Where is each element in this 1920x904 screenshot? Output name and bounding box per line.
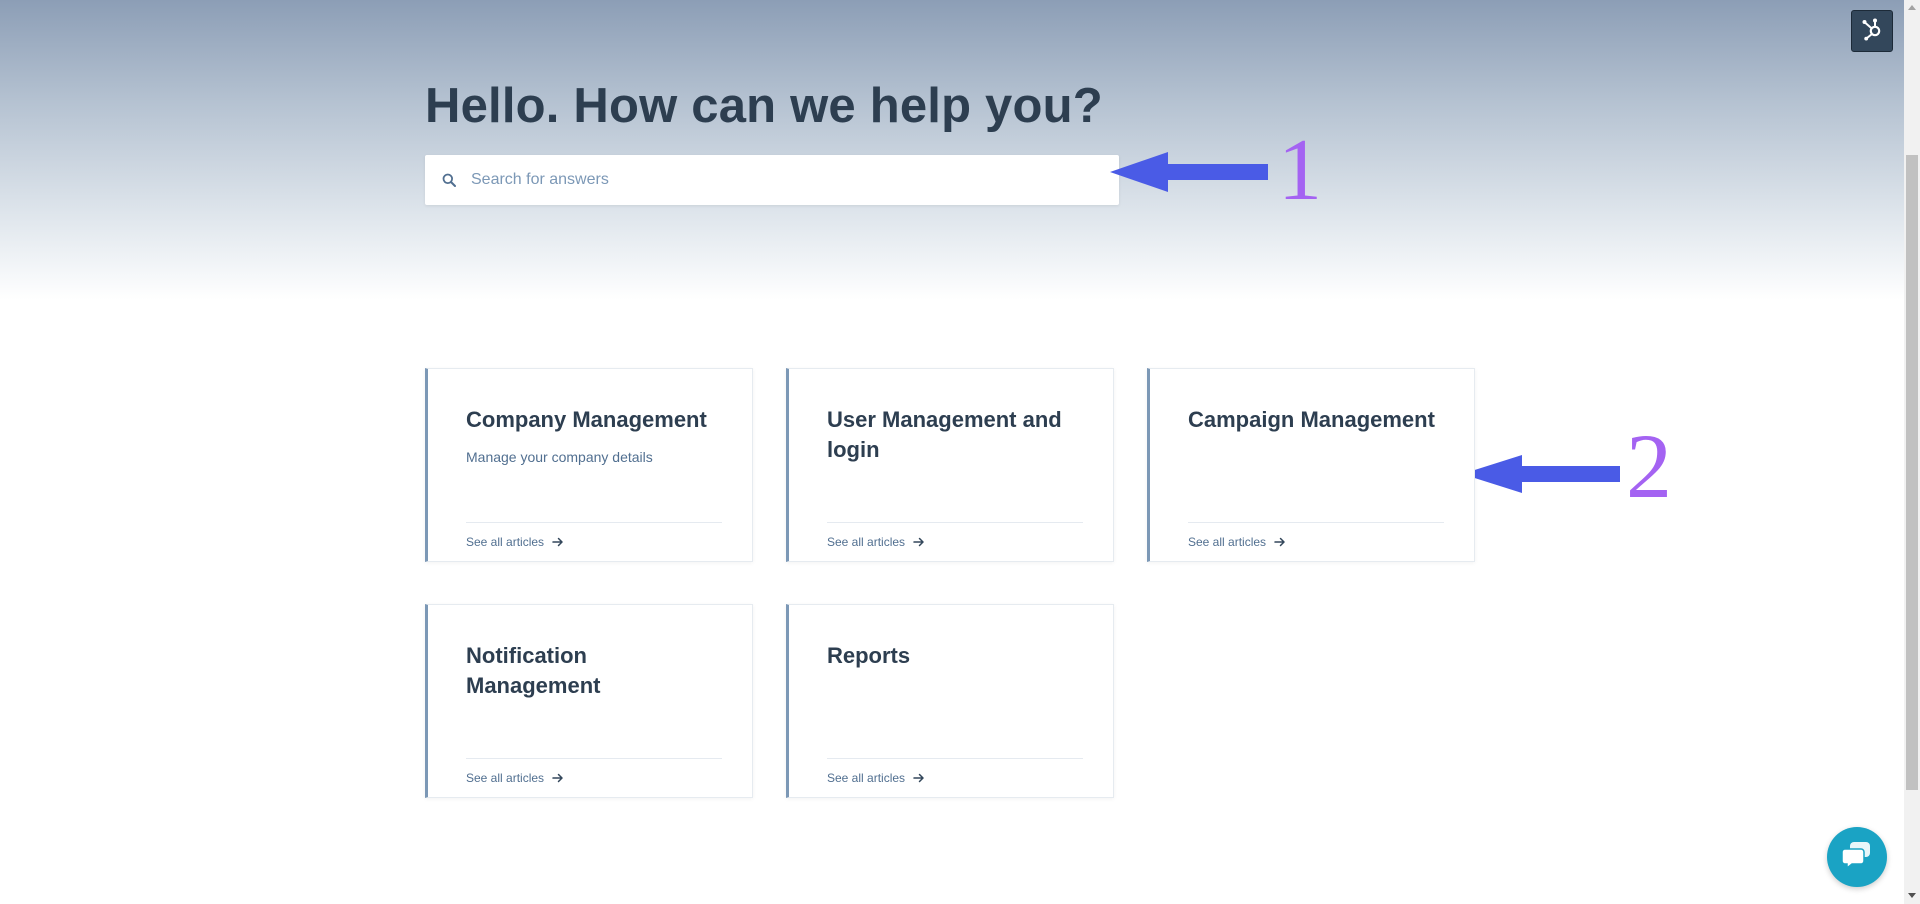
arrow-right-icon <box>913 537 925 547</box>
see-all-articles-label: See all articles <box>466 535 545 549</box>
vertical-scrollbar[interactable] <box>1904 0 1920 904</box>
scroll-up-arrow-icon[interactable] <box>1908 5 1916 10</box>
see-all-articles-link[interactable]: See all articles <box>466 771 564 785</box>
card-divider <box>466 758 722 759</box>
card-divider <box>1188 522 1444 523</box>
help-center-page: Hello. How can we help you? 1 2 Company … <box>0 0 1920 904</box>
card-description: Manage your company details <box>466 449 653 465</box>
see-all-articles-link[interactable]: See all articles <box>466 535 564 549</box>
see-all-articles-label: See all articles <box>466 771 545 785</box>
annotation-number-2: 2 <box>1626 415 1672 517</box>
hubspot-sprocket-icon <box>1859 16 1885 47</box>
card-divider <box>827 758 1083 759</box>
card-divider <box>466 522 722 523</box>
category-card-notification-management[interactable]: Notification Management See all articles <box>425 604 753 798</box>
category-card-company-management[interactable]: Company Management Manage your company d… <box>425 368 753 562</box>
annotation-arrow-1 <box>1110 152 1268 192</box>
search-icon <box>441 172 457 188</box>
search-input[interactable] <box>469 159 1073 201</box>
scrollbar-thumb[interactable] <box>1906 155 1918 790</box>
arrow-right-icon <box>552 537 564 547</box>
card-title: Reports <box>827 643 911 668</box>
card-title: Company Management <box>466 407 707 432</box>
card-divider <box>827 522 1083 523</box>
card-title: Campaign Management <box>1188 407 1435 432</box>
page-title: Hello. How can we help you? <box>425 79 1103 133</box>
arrow-right-icon <box>1274 537 1286 547</box>
see-all-articles-link[interactable]: See all articles <box>1188 535 1286 549</box>
arrow-right-icon <box>913 773 925 783</box>
hero-banner <box>0 0 1904 300</box>
annotation-arrow-2 <box>1462 455 1620 493</box>
scroll-down-arrow-icon[interactable] <box>1908 893 1916 898</box>
see-all-articles-link[interactable]: See all articles <box>827 771 925 785</box>
see-all-articles-label: See all articles <box>1188 535 1267 549</box>
arrow-right-icon <box>552 773 564 783</box>
chat-bubble-icon <box>1841 840 1873 875</box>
see-all-articles-link[interactable]: See all articles <box>827 535 925 549</box>
chat-widget-button[interactable] <box>1827 827 1887 887</box>
annotation-number-1: 1 <box>1278 122 1322 219</box>
category-card-user-management[interactable]: User Management and login See all articl… <box>786 368 1114 562</box>
category-card-reports[interactable]: Reports See all articles <box>786 604 1114 798</box>
see-all-articles-label: See all articles <box>827 771 906 785</box>
card-title: User Management and login <box>827 407 1062 462</box>
card-title: Notification Management <box>466 643 601 698</box>
category-card-campaign-management[interactable]: Campaign Management See all articles <box>1147 368 1475 562</box>
search-box[interactable] <box>425 155 1119 205</box>
hubspot-button[interactable] <box>1851 10 1893 52</box>
see-all-articles-label: See all articles <box>827 535 906 549</box>
